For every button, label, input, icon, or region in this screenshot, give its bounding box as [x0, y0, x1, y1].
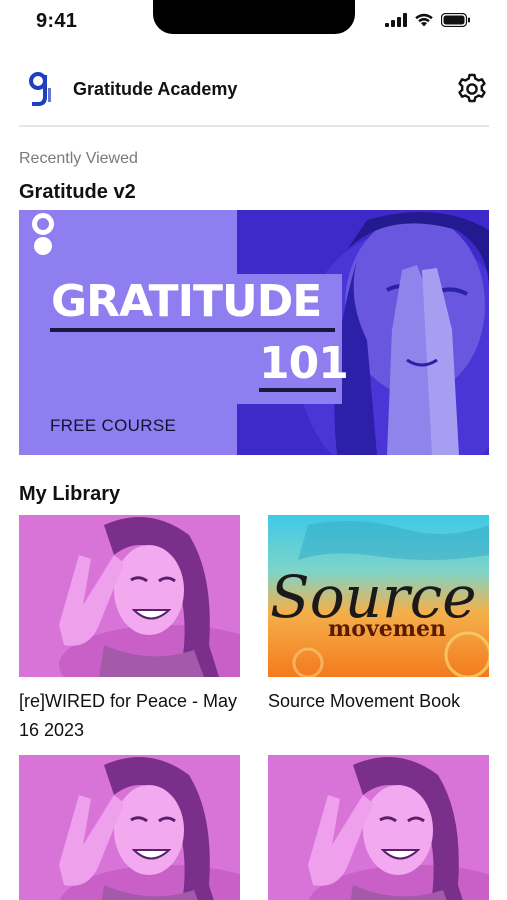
banner-headline: GRATITUDE — [51, 276, 322, 327]
settings-button[interactable] — [455, 72, 489, 106]
banner-underline — [50, 328, 335, 332]
banner-course-number: 101 — [259, 338, 349, 389]
woman-peace-sign-photo — [19, 755, 240, 900]
battery-icon — [441, 13, 470, 27]
signal-icon — [385, 13, 407, 27]
library-item-caption: [re]WIRED for Peace - May 16 2023 — [19, 691, 238, 740]
app-logo — [29, 72, 51, 106]
cover-subtitle-text: movemen — [328, 616, 446, 642]
library-item[interactable] — [19, 755, 240, 900]
source-movement-cover: Source movemen — [268, 515, 489, 677]
app-title: Gratitude Academy — [73, 79, 238, 99]
app-header: Gratitude Academy — [19, 64, 489, 116]
woman-peace-sign-photo — [268, 755, 489, 900]
library-item-rewired[interactable]: [re]WIRED for Peace - May 16 2023 — [19, 515, 240, 745]
status-time: 9:41 — [36, 10, 78, 32]
library-item-caption: Source Movement Book — [268, 691, 461, 711]
featured-course-title: Gratitude v2 — [19, 181, 136, 203]
banner-logo-dot — [34, 237, 52, 255]
header-divider — [19, 125, 489, 127]
wifi-icon — [415, 13, 433, 27]
gear-icon — [458, 73, 486, 103]
banner-underline — [259, 388, 336, 392]
woman-peace-sign-photo — [19, 515, 240, 677]
banner-subtitle: FREE COURSE — [50, 416, 177, 435]
library-item[interactable] — [268, 755, 489, 900]
library-item-source-movement[interactable]: Source movemen Source Movement Book — [268, 515, 489, 716]
featured-course-banner[interactable]: GRATITUDE 101 FREE COURSE — [19, 210, 489, 455]
device-notch — [153, 0, 355, 34]
status-icons — [385, 13, 471, 27]
recently-viewed-caption: Recently Viewed — [19, 150, 138, 167]
my-library-title: My Library — [19, 483, 121, 505]
status-bar: 9:41 — [0, 0, 507, 48]
banner-logo-ring — [32, 213, 54, 235]
